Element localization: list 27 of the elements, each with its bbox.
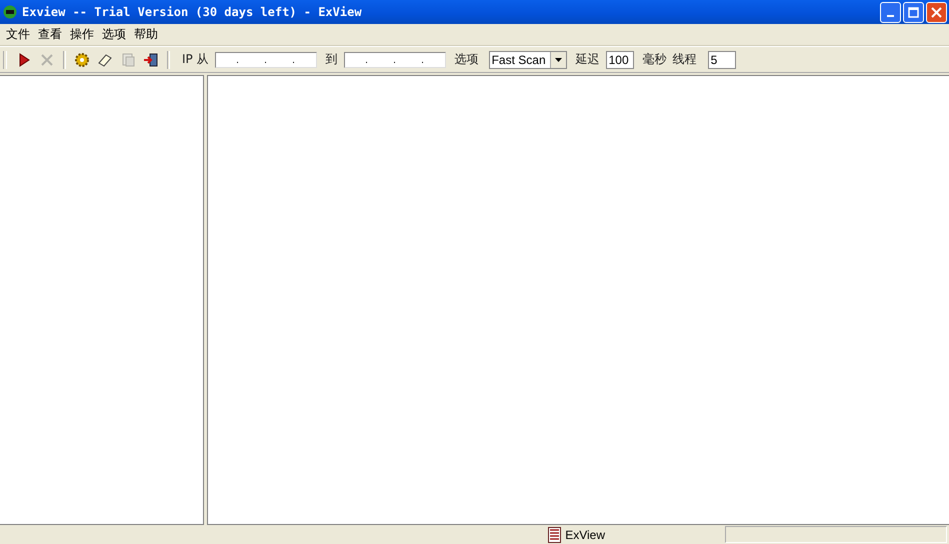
delay-unit-label: 毫秒 xyxy=(642,51,667,68)
menu-item[interactable]: 选项 xyxy=(98,26,130,43)
delay-field[interactable]: 100 xyxy=(606,50,634,68)
menu-item[interactable]: 文件 xyxy=(2,26,34,43)
list-icon xyxy=(548,526,562,542)
minimize-icon xyxy=(887,15,894,17)
window-title: Exview -- Trial Version (30 days left) - ExView xyxy=(22,5,363,19)
ip-to-field[interactable]: . . . xyxy=(344,52,446,68)
menu-item[interactable]: 查看 xyxy=(34,26,66,43)
menu-item[interactable]: 帮助 xyxy=(130,26,162,43)
close-button[interactable] xyxy=(926,2,947,22)
menu-item[interactable]: 操作 xyxy=(66,26,98,43)
close-icon xyxy=(931,6,942,18)
scan-dropdown[interactable]: Fast Scan xyxy=(488,50,567,68)
app-icon xyxy=(3,5,17,19)
maximize-button[interactable] xyxy=(903,2,924,22)
maximize-icon xyxy=(908,6,919,18)
delay-label: 延迟 xyxy=(576,51,600,68)
ip-from-field[interactable]: . . . xyxy=(214,52,317,68)
option-label: 选项 xyxy=(454,51,479,68)
threads-field[interactable]: 5 xyxy=(708,50,736,68)
status-label: ExView xyxy=(548,526,605,542)
ip-to-label: 到 xyxy=(326,51,338,68)
minimize-button[interactable] xyxy=(880,2,901,22)
dropdown-arrow-icon xyxy=(554,58,562,62)
ip-from-label: IP 从 xyxy=(182,51,209,68)
threads-label: 线程 xyxy=(672,51,697,68)
